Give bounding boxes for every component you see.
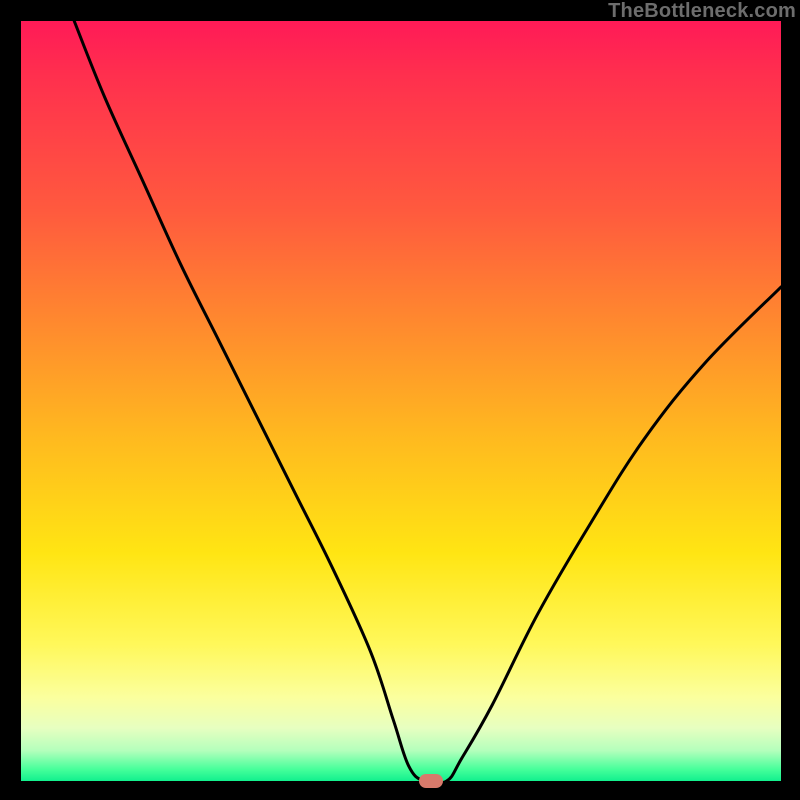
chart-container: TheBottleneck.com xyxy=(0,0,800,800)
optimum-marker xyxy=(419,774,443,788)
plot-area xyxy=(21,21,781,781)
bottleneck-curve xyxy=(21,21,781,781)
attribution-watermark: TheBottleneck.com xyxy=(608,0,796,23)
